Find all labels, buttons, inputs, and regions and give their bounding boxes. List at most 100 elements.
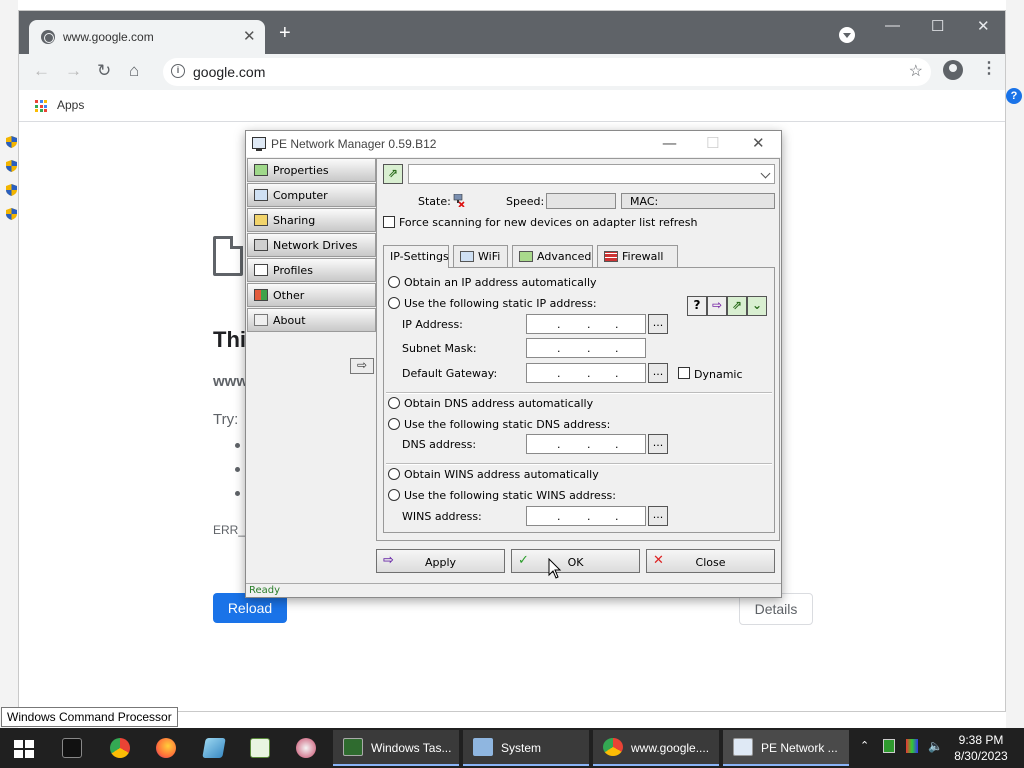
task-label: System xyxy=(501,741,542,755)
static-wins-label: Use the following static WINS address: xyxy=(404,489,616,502)
network-drive-icon xyxy=(254,239,268,251)
wins-address-field[interactable]: ... xyxy=(526,506,646,526)
task-chrome[interactable]: www.google.... xyxy=(593,730,719,766)
notepad-icon[interactable] xyxy=(202,738,226,758)
desktop-left-edge xyxy=(0,0,18,728)
adapter-select[interactable] xyxy=(408,164,775,184)
help-icon[interactable]: ? xyxy=(1006,88,1022,104)
error-heading: Thi xyxy=(213,327,246,352)
system-icon xyxy=(473,738,493,756)
apps-grid-icon[interactable] xyxy=(35,100,47,112)
default-gateway-label: Default Gateway: xyxy=(402,367,498,380)
sidebar-item-profiles[interactable]: Profiles xyxy=(247,258,376,282)
sidebar-item-sharing[interactable]: Sharing xyxy=(247,208,376,232)
sidebar-item-label: Properties xyxy=(273,164,329,177)
default-gateway-field[interactable]: ... xyxy=(526,363,646,383)
tab-advanced[interactable]: Advanced xyxy=(512,245,593,267)
task-label: Windows Tas... xyxy=(371,741,452,755)
profile-icon[interactable] xyxy=(943,60,963,80)
task-windows-task-manager[interactable]: Windows Tas... xyxy=(333,730,459,766)
refresh-adapter-icon[interactable]: ⇗ xyxy=(383,164,403,184)
dns-address-label: DNS address: xyxy=(402,438,477,451)
wins-browse-button[interactable]: ... xyxy=(648,506,668,526)
close-window-button[interactable]: ✕ xyxy=(977,17,990,35)
radio-static-ip[interactable] xyxy=(388,297,400,309)
tray-app-icon[interactable] xyxy=(883,739,895,753)
dns-browse-button[interactable]: ... xyxy=(648,434,668,454)
forward-arrow-icon[interactable]: → xyxy=(65,62,82,80)
pe-main-area: ⇗ State: Speed: MAC: Force scanning for … xyxy=(376,158,780,541)
sad-page-icon xyxy=(213,236,243,276)
task-system[interactable]: System xyxy=(463,730,589,766)
task-label: PE Network ... xyxy=(761,741,838,755)
task-pe-network-manager[interactable]: PE Network ... xyxy=(723,730,849,766)
dynamic-checkbox[interactable] xyxy=(678,367,690,379)
close-button[interactable]: ✕ Close xyxy=(646,549,775,573)
radio-static-dns[interactable] xyxy=(388,418,400,430)
sidebar-collapse-arrow-icon[interactable]: ⇨ xyxy=(350,358,374,374)
pe-status-bar: Ready xyxy=(246,583,781,597)
ok-button[interactable]: ✓ OK xyxy=(511,549,640,573)
browser-toolbar: ← → ↻ ⌂ i google.com ☆ xyxy=(19,54,1005,90)
apps-link[interactable]: Apps xyxy=(57,98,84,112)
back-arrow-icon[interactable]: ← xyxy=(33,62,50,80)
sidebar-item-network-drives[interactable]: Network Drives xyxy=(247,233,376,257)
pe-maximize-button: ☐ xyxy=(706,134,720,152)
pe-minimize-button[interactable]: — xyxy=(662,134,677,152)
radio-static-wins[interactable] xyxy=(388,489,400,501)
sidebar-item-about[interactable]: About xyxy=(247,308,376,332)
minimize-button[interactable]: — xyxy=(885,17,900,34)
sidebar-item-computer[interactable]: Computer xyxy=(247,183,376,207)
taskbar-clock[interactable]: 9:38 PM 8/30/2023 xyxy=(948,732,1014,764)
help-icon[interactable]: ? xyxy=(687,296,707,316)
network-card-icon xyxy=(254,164,268,176)
maximize-button[interactable]: ☐ xyxy=(931,17,944,35)
address-bar[interactable]: i google.com ☆ xyxy=(163,58,931,86)
firefox-icon[interactable] xyxy=(156,738,176,758)
subnet-mask-field[interactable]: ... xyxy=(526,338,646,358)
reload-icon[interactable]: ↻ xyxy=(97,62,111,80)
registry-icon[interactable] xyxy=(250,738,270,758)
tab-strip: www.google.com ✕ + — ☐ ✕ xyxy=(19,11,1005,54)
force-scan-checkbox[interactable] xyxy=(383,216,395,228)
tab-label: IP-Settings xyxy=(390,250,449,263)
tab-firewall[interactable]: Firewall xyxy=(597,245,678,267)
apply-button[interactable]: ⇨ Apply xyxy=(376,549,505,573)
tab-wifi[interactable]: WiFi xyxy=(453,245,508,267)
start-button[interactable] xyxy=(14,740,34,758)
sidebar-item-label: Profiles xyxy=(273,264,313,277)
arrow-right-icon[interactable]: ⇨ xyxy=(707,296,727,316)
tab-close-icon[interactable]: ✕ xyxy=(243,27,256,45)
ip-address-field[interactable]: ... xyxy=(526,314,646,334)
command-prompt-icon[interactable] xyxy=(62,738,82,758)
sidebar-item-other[interactable]: Other xyxy=(247,283,376,307)
chrome-icon[interactable] xyxy=(110,738,130,758)
expand-down-icon[interactable]: ⌄ xyxy=(747,296,767,316)
tab-search-icon[interactable] xyxy=(839,27,855,43)
paint-icon[interactable] xyxy=(296,738,316,758)
browser-tab[interactable]: www.google.com ✕ xyxy=(29,20,265,54)
radio-obtain-dns-auto[interactable] xyxy=(388,397,400,409)
network-monitor-icon xyxy=(733,738,753,756)
info-icon[interactable]: i xyxy=(171,64,185,78)
radio-obtain-ip-auto[interactable] xyxy=(388,276,400,288)
more-vert-icon[interactable]: ⋮ xyxy=(981,61,997,77)
desktop-right-edge xyxy=(1006,0,1024,728)
ip-address-browse-button[interactable]: ... xyxy=(648,314,668,334)
error-host: www xyxy=(213,373,249,390)
tab-ip-settings[interactable]: IP-Settings xyxy=(383,245,449,268)
volume-muted-icon[interactable]: 🔈 xyxy=(928,739,943,753)
radio-obtain-wins-auto[interactable] xyxy=(388,468,400,480)
wifi-icon xyxy=(460,251,474,262)
tray-color-icon[interactable] xyxy=(906,739,918,753)
pe-close-button[interactable]: ✕ xyxy=(752,134,765,152)
star-icon[interactable]: ☆ xyxy=(909,61,923,81)
folder-share-icon xyxy=(254,214,268,226)
dns-address-field[interactable]: ... xyxy=(526,434,646,454)
gateway-browse-button[interactable]: ... xyxy=(648,363,668,383)
new-tab-button[interactable]: + xyxy=(279,23,291,43)
apply-adapter-icon[interactable]: ⇗ xyxy=(727,296,747,316)
sidebar-item-properties[interactable]: Properties xyxy=(247,158,376,182)
home-icon[interactable]: ⌂ xyxy=(129,62,139,80)
tray-overflow-icon[interactable]: ⌃ xyxy=(860,739,872,753)
